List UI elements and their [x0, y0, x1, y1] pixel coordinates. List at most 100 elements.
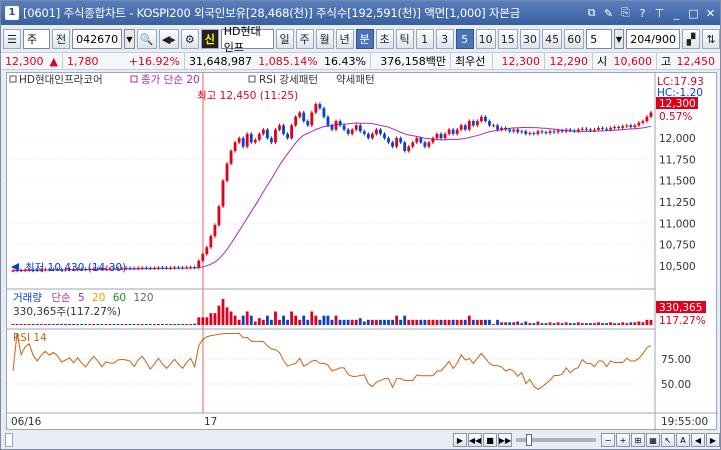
zoom-slider[interactable]	[516, 434, 596, 446]
interval-1[interactable]: 1	[415, 29, 434, 49]
interval-30[interactable]: 30	[519, 29, 540, 49]
legend-rsi-strong: RSI 강세패턴	[259, 74, 318, 86]
count-input[interactable]: 204/900	[626, 29, 680, 49]
volume-bar	[399, 319, 403, 325]
volume-bar	[512, 322, 516, 325]
period-second[interactable]: 초	[375, 29, 394, 49]
stop-icon[interactable]: ■	[483, 433, 497, 447]
period-tick[interactable]: 틱	[395, 29, 414, 49]
rewind-icon[interactable]: ◀◀	[468, 433, 482, 447]
volume-bar	[237, 319, 241, 325]
candle	[516, 129, 520, 133]
speaker-icon[interactable]: ◀▸	[158, 29, 179, 49]
link-icon[interactable]: ⎘	[618, 6, 633, 21]
pointer-icon[interactable]: ↖	[661, 433, 675, 447]
candle	[637, 122, 641, 126]
next-icon[interactable]: ▶	[706, 433, 720, 447]
candle	[431, 138, 435, 143]
maximize-icon[interactable]: □	[686, 6, 701, 21]
interval-45[interactable]: 45	[542, 29, 563, 49]
price-cell: 12,300 ▲	[1, 53, 63, 69]
compare-icon[interactable]: ⇅	[702, 29, 720, 49]
volume-bar	[189, 324, 193, 325]
fit-icon[interactable]: ⊞	[631, 433, 645, 447]
volume-bar	[51, 324, 55, 325]
interval-15[interactable]: 15	[497, 29, 518, 49]
volume-bar	[524, 321, 528, 325]
grid-menu-icon[interactable]: ☰	[3, 29, 21, 49]
candle	[471, 121, 475, 126]
chart-svg[interactable]: HD현대인프라코어 종가 단순 20 RSI 강세패턴 약세패턴 최고 12,4…	[7, 73, 718, 431]
volume-bar	[621, 322, 625, 325]
period-year[interactable]: 년	[335, 29, 354, 49]
period-week[interactable]: 주	[295, 29, 314, 49]
candle	[310, 112, 314, 126]
candle	[528, 133, 532, 135]
volume-cell: 31,648,987 1,085.14% 16.43%	[185, 53, 371, 69]
prev-icon[interactable]: ◀	[691, 433, 705, 447]
pushpin-icon[interactable]: ⊤	[652, 6, 667, 21]
volume-bar	[306, 319, 310, 325]
volume-bar	[508, 322, 512, 325]
volume-bar	[435, 319, 439, 325]
candle	[375, 129, 378, 134]
interval-5[interactable]: 5	[455, 29, 474, 49]
volume-bar	[92, 324, 96, 325]
zoom-out-icon[interactable]: −	[601, 433, 615, 447]
play-icon[interactable]: ▶	[453, 433, 467, 447]
forward-icon[interactable]: ▶▶	[498, 433, 512, 447]
interval-3[interactable]: 3	[435, 29, 454, 49]
volume-bar	[605, 323, 608, 325]
candle	[463, 125, 467, 130]
x-label-date: 06/16	[11, 416, 42, 428]
stock-code-input[interactable]: 042670	[72, 29, 123, 49]
candle	[233, 142, 237, 151]
zoom-slider-thumb[interactable]	[526, 434, 532, 446]
help-icon[interactable]: ?	[635, 6, 650, 21]
period-minute[interactable]: 분	[355, 29, 374, 49]
volume-bar	[278, 319, 281, 325]
grid-icon[interactable]: ▦	[646, 433, 660, 447]
candle	[524, 131, 528, 134]
interval-10[interactable]: 10	[475, 29, 496, 49]
candle	[556, 130, 560, 133]
candle	[165, 267, 168, 269]
period-month[interactable]: 월	[315, 29, 334, 49]
ask-price: 12,300	[493, 53, 545, 69]
zoom-in-icon[interactable]: +	[616, 433, 630, 447]
title-bar: 1 [0601] 주식종합차트 - KOSPI200 외국인보유[28,468(…	[1, 1, 720, 25]
search-icon[interactable]: 🔍	[136, 29, 157, 49]
candle	[467, 121, 471, 130]
volume-bar	[209, 313, 213, 325]
interval-input[interactable]: 5	[586, 29, 612, 49]
candle	[488, 121, 491, 126]
volume-bar	[338, 319, 342, 325]
minimize-icon[interactable]: _	[669, 6, 684, 21]
interval-dropdown-icon[interactable]: ▼	[613, 29, 625, 49]
volume-bar	[253, 321, 257, 325]
volume-bar	[56, 324, 59, 325]
high-label: 고	[661, 55, 672, 68]
collapse-handle[interactable]	[5, 433, 13, 447]
copy-icon[interactable]: ⧉	[584, 6, 599, 21]
close-icon[interactable]: ✕	[703, 6, 718, 21]
interval-60[interactable]: 60	[564, 29, 585, 49]
current-price: 12,300	[5, 54, 44, 68]
volume-bar	[60, 324, 63, 325]
volume-legend-ma: 단순	[51, 292, 71, 304]
pin-icon[interactable]: ✎	[601, 6, 616, 21]
market-select[interactable]: 주	[23, 29, 51, 49]
settings-icon[interactable]: ⚙	[180, 29, 199, 49]
chart-area[interactable]: HD현대인프라코어 종가 단순 20 RSI 강세패턴 약세패턴 최고 12,4…	[6, 72, 718, 431]
period-day[interactable]: 일	[275, 29, 294, 49]
prev-button[interactable]: 전	[52, 29, 71, 49]
chart-type-icon[interactable]: ▞	[682, 29, 700, 49]
candle	[512, 129, 516, 132]
turnover-rate: 16.43%	[324, 54, 366, 68]
text-icon[interactable]: A	[676, 433, 690, 447]
stock-dropdown-icon[interactable]: ▼	[124, 29, 135, 49]
volume-bar	[613, 323, 617, 325]
candle	[496, 125, 499, 130]
stock-code-value: 042670	[76, 32, 119, 46]
candle	[278, 125, 281, 130]
